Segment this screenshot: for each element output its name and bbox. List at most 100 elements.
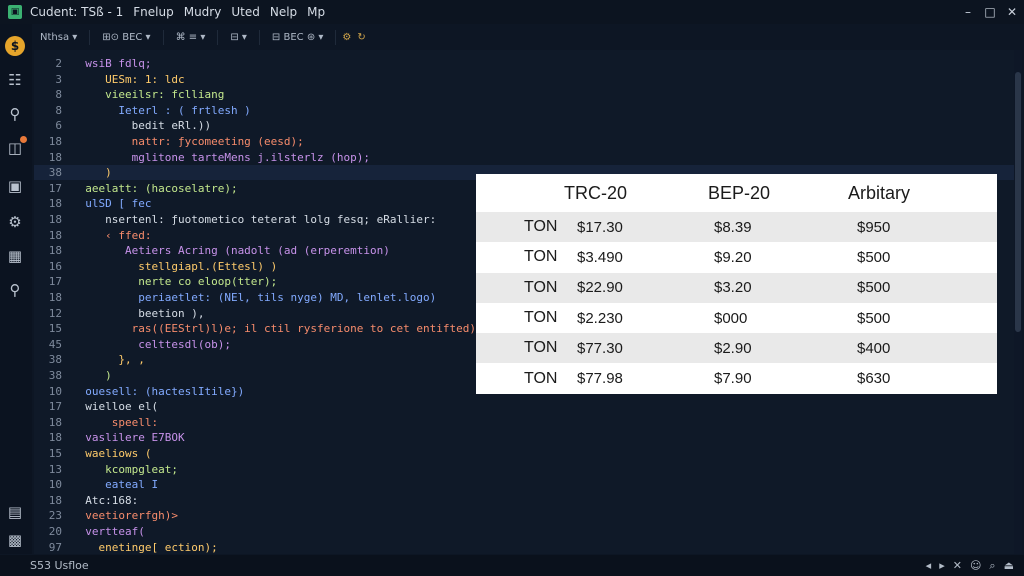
line-number: 12 <box>48 306 62 320</box>
table-header-row: TRC-20 BEP-20 Arbitary <box>476 174 997 212</box>
gear-icon[interactable]: ⚙ <box>342 32 351 43</box>
toolbar-dropdown-5[interactable]: ⊟ BEC ⊛ ▾ <box>266 29 337 45</box>
maximize-button[interactable]: □ <box>982 4 998 20</box>
table-cell-bep20-value: $2.90 <box>714 339 752 357</box>
code-text: waeliows ( <box>72 447 152 460</box>
search-status-icon[interactable]: ⌕ <box>989 559 995 573</box>
table-cell-bep20-value: $000 <box>714 309 748 327</box>
code-text: stellgiapl.(Ettesl) ) <box>72 259 278 273</box>
code-line[interactable]: 10 eateal I <box>34 477 1014 492</box>
code-line[interactable]: 6 bedit eRl.)) <box>34 118 1014 133</box>
toolbar-dropdown-2[interactable]: ⊞⊙ BEC ▾ <box>96 29 164 45</box>
code-line[interactable]: 20 vertteaf( <box>34 524 1014 539</box>
line-number: 18 <box>48 431 62 445</box>
code-text: ) <box>72 166 112 180</box>
code-text: bedit eRl.)) <box>72 119 212 133</box>
code-line[interactable]: 18 vaslilere E7BOK <box>34 430 1014 445</box>
code-line[interactable]: 8 vieeilsr: fclliang <box>34 87 1014 102</box>
code-line[interactable]: 8 Ieterl : ( frtlesh ) <box>34 103 1014 118</box>
code-line[interactable]: 3 UESm: 1: ldc <box>34 72 1014 87</box>
code-line[interactable]: 18 Atc:168: <box>34 493 1014 508</box>
toolbar-dropdown-3[interactable]: ⌘ ≡ ▾ <box>170 29 219 45</box>
line-number: 17 <box>48 181 62 195</box>
feedback-icon[interactable]: ☺ <box>970 559 981 573</box>
status-text: S53 Usfloe <box>30 559 89 572</box>
prev-icon[interactable]: ◂ <box>926 559 932 573</box>
menu-item-2[interactable]: Mudry <box>184 5 222 19</box>
line-number: 3 <box>55 72 62 86</box>
table-cell-trc20-value: $3.490 <box>577 248 623 266</box>
line-number: 45 <box>48 337 62 351</box>
table-cell-trc20-value: $2.230 <box>577 309 623 327</box>
code-text: ulSD [ fec <box>72 197 152 211</box>
line-number: 18 <box>48 493 62 507</box>
line-number: 18 <box>48 291 62 304</box>
notifications-icon[interactable]: ⏏ <box>1004 559 1014 573</box>
code-line[interactable]: 15 waeliows ( <box>34 446 1014 461</box>
menu-item-3[interactable]: Uted <box>231 5 260 19</box>
toolbar: Nthsa ▾ ⊞⊙ BEC ▾ ⌘ ≡ ▾ ⊟ ▾ ⊟ BEC ⊛ ▾ ⚙ ↻ <box>34 26 1024 48</box>
table-cell-trc20-value: $77.98 <box>577 370 623 388</box>
table-cell-trc20-value: $17.30 <box>577 218 623 236</box>
table-header-bep20: BEP-20 <box>708 182 771 203</box>
table-cell-token: TON <box>524 278 558 296</box>
line-number: 18 <box>48 197 62 211</box>
extensions-icon[interactable]: ▣ <box>5 176 25 196</box>
table-cell-token: TON <box>524 248 558 266</box>
minimize-button[interactable]: – <box>960 4 976 20</box>
table-header-trc20: TRC-20 <box>564 182 628 203</box>
line-number: 18 <box>48 228 62 242</box>
code-line[interactable]: 97 enetinge[ ection); <box>34 540 1014 555</box>
source-control-icon[interactable]: ◫ <box>5 136 27 158</box>
code-text: ouesell: (hacteslItile}) <box>72 384 245 398</box>
line-number: 38 <box>48 166 62 180</box>
table-cell-token: TON <box>524 309 558 327</box>
table-row: TON $3.490 $9.20 $500 <box>476 242 997 272</box>
debug-icon[interactable]: ⚙ <box>5 212 25 232</box>
code-text: }, , <box>72 353 145 367</box>
menu-item-1[interactable]: Fnelup <box>133 5 173 19</box>
code-line[interactable]: 17 wielloe el( <box>34 399 1014 414</box>
activity-bar: $ ☷ ⚲ ◫ ▣ ⚙ ▦ ⚲ ▤ ▩ <box>0 24 32 554</box>
explorer-icon[interactable]: ☷ <box>5 70 25 90</box>
refresh-icon[interactable]: ↻ <box>357 32 365 43</box>
code-line[interactable]: 18 speell: <box>34 415 1014 430</box>
logo-icon[interactable]: $ <box>5 36 25 56</box>
table-cell-arbitary-value: $500 <box>857 309 891 327</box>
editor-scrollbar[interactable] <box>1014 50 1022 554</box>
line-number: 10 <box>48 384 62 398</box>
close-panel-icon[interactable]: ✕ <box>953 559 962 573</box>
search-icon[interactable]: ⚲ <box>5 104 25 124</box>
menu-item-5[interactable]: Mp <box>307 5 325 19</box>
toolbar-dropdown-4[interactable]: ⊟ ▾ <box>224 29 260 45</box>
code-text: Aetiers Acring (nadolt (ad (erperemtion) <box>72 244 390 258</box>
code-line[interactable]: 18 nattr: ƒycomeeting (eesd); <box>34 134 1014 149</box>
code-text: ) <box>72 369 112 382</box>
table-cell-bep20-value: $3.20 <box>714 279 752 297</box>
terminal-icon[interactable]: ▤ <box>5 502 25 522</box>
scrollbar-thumb[interactable] <box>1015 72 1021 332</box>
code-text: mglitone tarteMens j.ilsterlz (hop); <box>72 150 371 164</box>
table-header-arbitary: Arbitary <box>848 182 911 203</box>
code-line[interactable]: 13 kcompgleat; <box>34 462 1014 477</box>
code-line[interactable]: 2 wsiB fdlq; <box>34 56 1014 71</box>
find-icon[interactable]: ⚲ <box>5 280 25 300</box>
code-text: aeelatt: (hacoselatre); <box>72 181 238 195</box>
menu-item-4[interactable]: Nelp <box>270 5 297 19</box>
code-text: wielloe el( <box>72 400 159 414</box>
code-text: vaslilere E7BOK <box>72 431 185 445</box>
code-text: nattr: ƒycomeeting (eesd); <box>72 135 304 148</box>
close-button[interactable]: ✕ <box>1004 4 1020 20</box>
next-icon[interactable]: ▸ <box>939 559 945 573</box>
table-cell-arbitary-value: $630 <box>857 370 891 388</box>
code-line[interactable]: 23 veetiorerfgh)> <box>34 508 1014 523</box>
fee-comparison-table: TRC-20 BEP-20 Arbitary TON $17.30 $8.39 $95… <box>476 174 997 394</box>
testing-icon[interactable]: ▦ <box>5 246 25 266</box>
line-number: 38 <box>48 353 62 367</box>
line-number: 18 <box>48 244 62 258</box>
table-cell-arbitary-value: $400 <box>857 339 891 357</box>
code-text: Ieterl : ( frtlesh ) <box>72 103 251 117</box>
settings-icon[interactable]: ▩ <box>5 530 25 550</box>
code-line[interactable]: 18 mglitone tarteMens j.ilsterlz (hop); <box>34 150 1014 165</box>
toolbar-dropdown-1[interactable]: Nthsa ▾ <box>34 29 91 45</box>
